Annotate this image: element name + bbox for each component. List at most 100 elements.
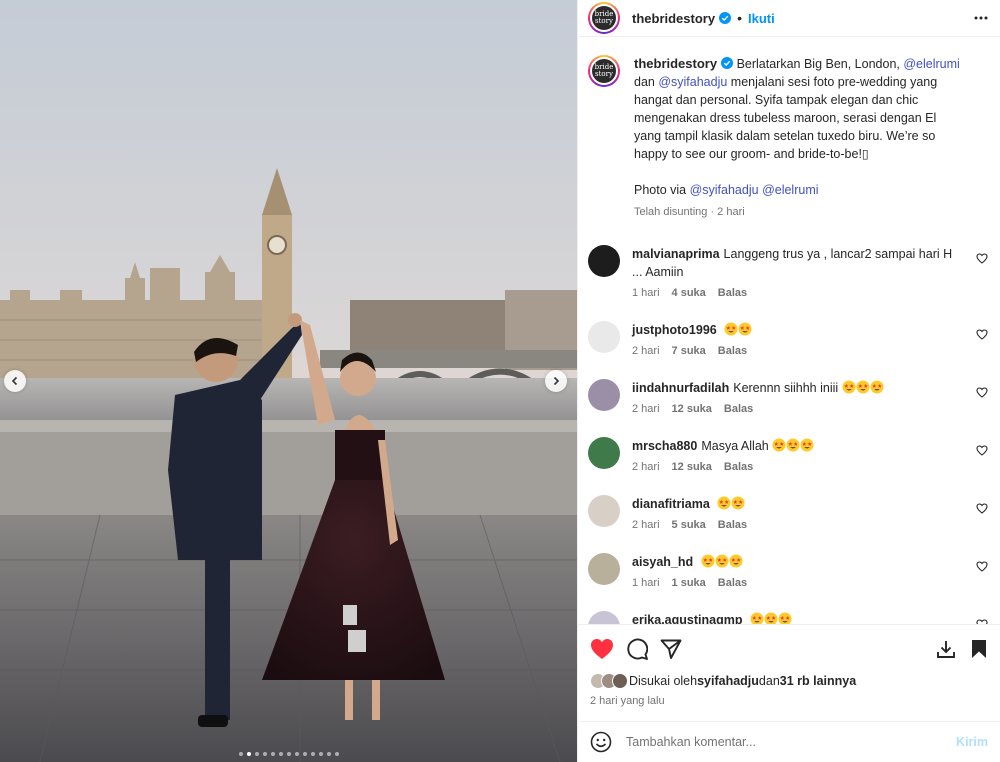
follow-button[interactable]: Ikuti — [748, 11, 775, 26]
star-struck-emoji-icon — [856, 380, 870, 394]
slide-dot[interactable] — [294, 752, 299, 756]
comment-time: 2 hari — [632, 461, 660, 473]
comment-like-heart-icon[interactable] — [976, 619, 988, 624]
comment-username[interactable]: malvianaprima — [632, 247, 720, 261]
comment-username[interactable]: justphoto1996 — [632, 323, 717, 337]
star-struck-emoji-icon — [800, 438, 814, 452]
comment-body: malvianaprima Langgeng trus ya , lancar2 … — [632, 245, 962, 299]
comments-list: malvianaprima Langgeng trus ya , lancar2 … — [588, 245, 988, 624]
avatar[interactable] — [588, 437, 620, 469]
comment-item: dianafitriama 2 hari 5 suka Balas — [588, 495, 988, 531]
avatar[interactable] — [588, 611, 620, 624]
comment-text: dianafitriama — [632, 495, 962, 513]
star-struck-emoji-icon — [778, 612, 792, 624]
slide-dot[interactable] — [286, 752, 291, 756]
account-avatar[interactable]: bride story — [588, 2, 620, 34]
comment-likes[interactable]: 7 suka — [672, 345, 706, 357]
caption-username[interactable]: thebridestory — [634, 56, 717, 71]
previous-slide-button[interactable] — [4, 370, 26, 392]
comment-message: Masya Allah — [701, 439, 769, 453]
avatar[interactable] — [588, 245, 620, 277]
comment-icon[interactable] — [626, 638, 648, 660]
avatar[interactable] — [588, 495, 620, 527]
star-struck-emoji-icon — [717, 496, 731, 510]
comment-likes[interactable]: 12 suka — [672, 403, 712, 415]
next-slide-button[interactable] — [545, 370, 567, 392]
comment-text: justphoto1996 — [632, 321, 962, 339]
reply-button[interactable]: Balas — [718, 577, 747, 589]
slide-dot[interactable] — [262, 752, 267, 756]
avatar[interactable] — [588, 321, 620, 353]
slide-dot[interactable] — [278, 752, 283, 756]
likes-summary[interactable]: Disukai oleh syifahadju dan 31 rb lainny… — [590, 673, 988, 689]
slide-dot[interactable] — [254, 752, 259, 756]
avatar[interactable] — [588, 379, 620, 411]
likes-count[interactable]: 31 rb lainnya — [780, 674, 856, 688]
comment-body: justphoto1996 2 hari 7 suka Balas — [632, 321, 962, 357]
comment-username[interactable]: erika.agustinagmp — [632, 613, 742, 624]
comment-like-heart-icon[interactable] — [976, 387, 988, 398]
comment-input[interactable] — [626, 735, 957, 749]
comment-like-heart-icon[interactable] — [976, 329, 988, 340]
like-heart-icon[interactable] — [590, 638, 614, 660]
save-bookmark-icon[interactable] — [970, 639, 988, 659]
liker-username[interactable]: syifahadju — [697, 674, 759, 688]
instagram-post: bride story thebridestory • Ikuti bride st… — [0, 0, 1000, 762]
slide-dot[interactable] — [334, 752, 339, 756]
star-struck-emoji-icon — [731, 496, 745, 510]
comment-username[interactable]: iindahnurfadilah — [632, 381, 729, 395]
caption-avatar[interactable]: bride story — [588, 55, 620, 87]
slide-indicator — [0, 752, 577, 756]
comment-username[interactable]: aisyah_hd — [632, 555, 693, 569]
liker-avatars — [590, 673, 628, 689]
mention-link[interactable]: @elelrumi — [903, 57, 959, 71]
chevron-right-icon — [553, 376, 560, 386]
reply-button[interactable]: Balas — [718, 519, 747, 531]
action-icons-row — [590, 635, 988, 663]
slide-dot[interactable] — [326, 752, 331, 756]
more-options-icon[interactable] — [974, 16, 988, 20]
account-username[interactable]: thebridestory — [632, 11, 715, 26]
post-comment-button[interactable]: Kirim — [956, 735, 988, 749]
reply-button[interactable]: Balas — [718, 345, 747, 357]
post-photo — [0, 0, 577, 762]
mention-link[interactable]: @syifahadju — [690, 183, 759, 197]
comment-like-heart-icon[interactable] — [976, 253, 988, 264]
reply-button[interactable]: Balas — [724, 461, 753, 473]
avatar[interactable] — [588, 553, 620, 585]
star-struck-emoji-icon — [715, 554, 729, 568]
comment-likes[interactable]: 1 suka — [672, 577, 706, 589]
header-separator: • — [737, 10, 742, 26]
chevron-left-icon — [11, 376, 18, 386]
slide-dot[interactable] — [238, 752, 243, 756]
emoji-picker-icon[interactable] — [590, 731, 612, 753]
reply-button[interactable]: Balas — [724, 403, 753, 415]
comment-item: iindahnurfadilah Kerennn siihhh iniii 2 h… — [588, 379, 988, 415]
mention-link[interactable]: @elelrumi — [762, 183, 818, 197]
post-media[interactable] — [0, 0, 577, 762]
share-icon[interactable] — [660, 638, 682, 660]
slide-dot[interactable] — [270, 752, 275, 756]
comment-likes[interactable]: 5 suka — [672, 519, 706, 531]
post-side-panel: bride story thebridestory • Ikuti bride st… — [577, 0, 1000, 762]
star-struck-emoji-icon — [738, 322, 752, 336]
slide-dot[interactable] — [246, 752, 251, 756]
comment-username[interactable]: dianafitriama — [632, 497, 710, 511]
reply-button[interactable]: Balas — [718, 287, 747, 299]
slide-dot[interactable] — [302, 752, 307, 756]
comment-like-heart-icon[interactable] — [976, 561, 988, 572]
comment-like-heart-icon[interactable] — [976, 503, 988, 514]
comments-scroll-area[interactable]: bride story thebridestory Berlatarkan Big… — [578, 37, 1000, 624]
comment-like-heart-icon[interactable] — [976, 445, 988, 456]
comment-text: mrscha880 Masya Allah — [632, 437, 962, 455]
slide-dot[interactable] — [318, 752, 323, 756]
avatar — [612, 673, 628, 689]
slide-dot[interactable] — [310, 752, 315, 756]
comment-likes[interactable]: 4 suka — [672, 287, 706, 299]
comment-username[interactable]: mrscha880 — [632, 439, 697, 453]
comment-likes[interactable]: 12 suka — [672, 461, 712, 473]
comment-time: 2 hari — [632, 403, 660, 415]
brand-logo: bride story — [590, 57, 618, 85]
download-icon[interactable] — [936, 639, 956, 659]
mention-link[interactable]: @syifahadju — [658, 75, 727, 89]
